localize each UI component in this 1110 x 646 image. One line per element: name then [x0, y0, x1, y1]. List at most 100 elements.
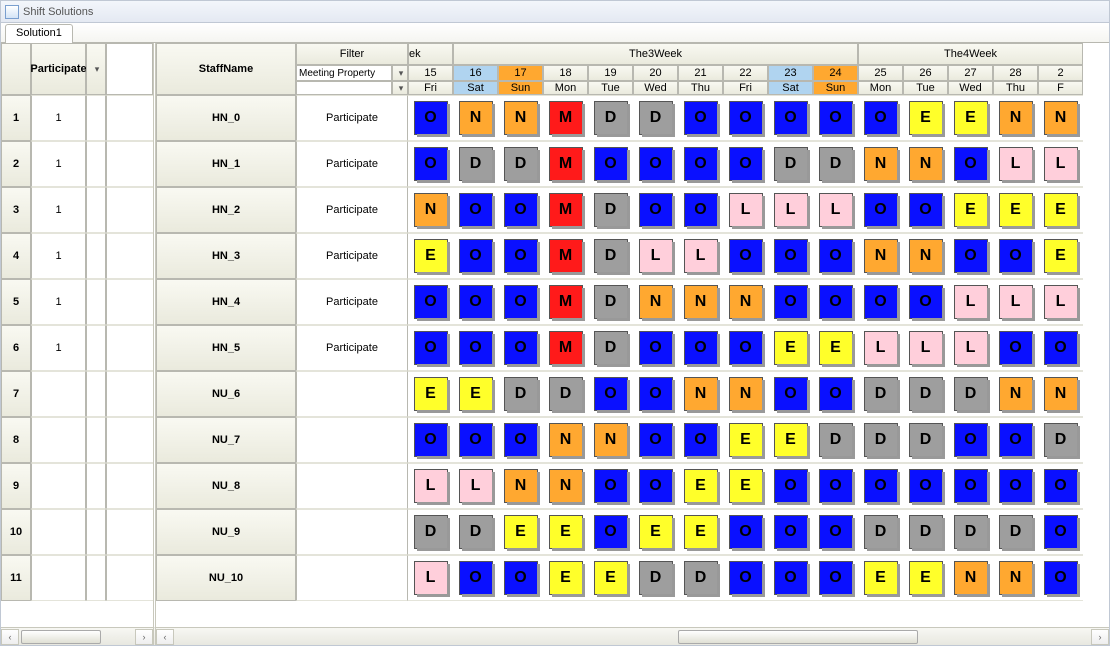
shift-cell[interactable]: D	[678, 555, 723, 601]
shift-cell[interactable]: N	[903, 141, 948, 187]
shift-cell[interactable]: N	[948, 555, 993, 601]
shift-cell[interactable]: L	[993, 141, 1038, 187]
shift-cell[interactable]: O	[498, 279, 543, 325]
day-number-header[interactable]: 17	[498, 65, 543, 81]
shift-cell[interactable]: D	[993, 509, 1038, 555]
shift-cell[interactable]: O	[1038, 325, 1083, 371]
week-header[interactable]: The3Week	[453, 43, 858, 65]
meeting-property-cell[interactable]: Meeting Property	[296, 65, 392, 81]
shift-cell[interactable]: O	[813, 509, 858, 555]
participate-row[interactable]: 51	[1, 279, 153, 325]
shift-cell[interactable]: L	[1038, 141, 1083, 187]
shift-cell[interactable]: D	[948, 509, 993, 555]
shift-cell[interactable]: O	[1038, 463, 1083, 509]
shift-cell[interactable]: O	[858, 95, 903, 141]
shift-cell[interactable]: O	[813, 233, 858, 279]
shift-cell[interactable]: O	[723, 555, 768, 601]
day-number-header[interactable]: 26	[903, 65, 948, 81]
shift-cell[interactable]: L	[453, 463, 498, 509]
shift-cell[interactable]: D	[903, 509, 948, 555]
shift-cell[interactable]: M	[543, 279, 588, 325]
participate-row[interactable]: 10	[1, 509, 153, 555]
participate-row[interactable]: 41	[1, 233, 153, 279]
shift-cell[interactable]: N	[1038, 371, 1083, 417]
day-of-week-header[interactable]: Fri	[723, 81, 768, 95]
shift-cell[interactable]: N	[1038, 95, 1083, 141]
shift-cell[interactable]: N	[723, 371, 768, 417]
shift-cell[interactable]: D	[408, 509, 453, 555]
shift-cell[interactable]: D	[813, 141, 858, 187]
shift-cell[interactable]: O	[678, 325, 723, 371]
shift-cell[interactable]: O	[633, 325, 678, 371]
shift-cell[interactable]: N	[408, 187, 453, 233]
participate-row[interactable]: 21	[1, 141, 153, 187]
shift-cell[interactable]: O	[498, 187, 543, 233]
shift-cell[interactable]: O	[768, 463, 813, 509]
shift-cell[interactable]: O	[813, 371, 858, 417]
filter-header[interactable]: Filter	[296, 43, 408, 65]
shift-cell[interactable]: O	[633, 371, 678, 417]
shift-cell[interactable]: O	[858, 463, 903, 509]
row-filter-cell[interactable]	[296, 463, 408, 509]
staff-name-cell[interactable]: NU_9	[156, 509, 296, 555]
shift-cell[interactable]: D	[813, 417, 858, 463]
participate-value[interactable]	[31, 509, 86, 555]
shift-cell[interactable]: N	[993, 95, 1038, 141]
shift-cell[interactable]: O	[633, 417, 678, 463]
meeting-property-dropdown[interactable]: ▾	[392, 65, 408, 81]
shift-cell[interactable]: M	[543, 325, 588, 371]
shift-cell[interactable]: O	[768, 509, 813, 555]
shift-cell[interactable]: L	[858, 325, 903, 371]
participate-header[interactable]: Participate	[31, 43, 86, 95]
participate-value[interactable]: 1	[31, 95, 86, 141]
shift-cell[interactable]: E	[1038, 233, 1083, 279]
shift-cell[interactable]: O	[723, 141, 768, 187]
staff-name-cell[interactable]: NU_6	[156, 371, 296, 417]
shift-cell[interactable]: E	[723, 463, 768, 509]
shift-cell[interactable]: D	[948, 371, 993, 417]
shift-cell[interactable]: O	[678, 187, 723, 233]
shift-cell[interactable]: O	[633, 463, 678, 509]
shift-cell[interactable]: D	[588, 279, 633, 325]
shift-cell[interactable]: O	[903, 463, 948, 509]
shift-cell[interactable]: E	[768, 325, 813, 371]
participate-value[interactable]: 1	[31, 279, 86, 325]
staff-name-cell[interactable]: HN_3	[156, 233, 296, 279]
shift-cell[interactable]: E	[678, 463, 723, 509]
shift-cell[interactable]: L	[633, 233, 678, 279]
day-number-header[interactable]: 21	[678, 65, 723, 81]
shift-cell[interactable]: M	[543, 141, 588, 187]
shift-cell[interactable]: M	[543, 233, 588, 279]
shift-cell[interactable]: O	[453, 279, 498, 325]
shift-cell[interactable]: O	[768, 371, 813, 417]
row-filter-cell[interactable]: Participate	[296, 279, 408, 325]
shift-cell[interactable]: L	[1038, 279, 1083, 325]
participate-row[interactable]: 7	[1, 371, 153, 417]
staff-name-cell[interactable]: HN_1	[156, 141, 296, 187]
shift-cell[interactable]: D	[453, 141, 498, 187]
participate-value[interactable]: 1	[31, 187, 86, 233]
shift-cell[interactable]: L	[678, 233, 723, 279]
row-filter-cell[interactable]: Participate	[296, 95, 408, 141]
left-scrollbar[interactable]: ‹ ›	[1, 627, 156, 645]
shift-cell[interactable]: O	[408, 95, 453, 141]
day-of-week-header[interactable]: Sun	[813, 81, 858, 95]
row-filter-cell[interactable]	[296, 371, 408, 417]
day-of-week-header[interactable]: Mon	[858, 81, 903, 95]
shift-cell[interactable]: O	[453, 555, 498, 601]
participate-row[interactable]: 61	[1, 325, 153, 371]
shift-cell[interactable]: O	[678, 141, 723, 187]
participate-value[interactable]	[31, 417, 86, 463]
shift-cell[interactable]: O	[768, 279, 813, 325]
day-of-week-header[interactable]: Sun	[498, 81, 543, 95]
scroll-left-icon[interactable]: ‹	[1, 629, 19, 645]
shift-cell[interactable]: N	[858, 233, 903, 279]
shift-cell[interactable]: E	[858, 555, 903, 601]
shift-cell[interactable]: O	[903, 187, 948, 233]
day-of-week-header[interactable]: Tue	[588, 81, 633, 95]
shift-cell[interactable]: O	[993, 233, 1038, 279]
shift-cell[interactable]: O	[498, 417, 543, 463]
participate-row[interactable]: 11	[1, 95, 153, 141]
shift-cell[interactable]: O	[588, 141, 633, 187]
shift-cell[interactable]: O	[813, 463, 858, 509]
